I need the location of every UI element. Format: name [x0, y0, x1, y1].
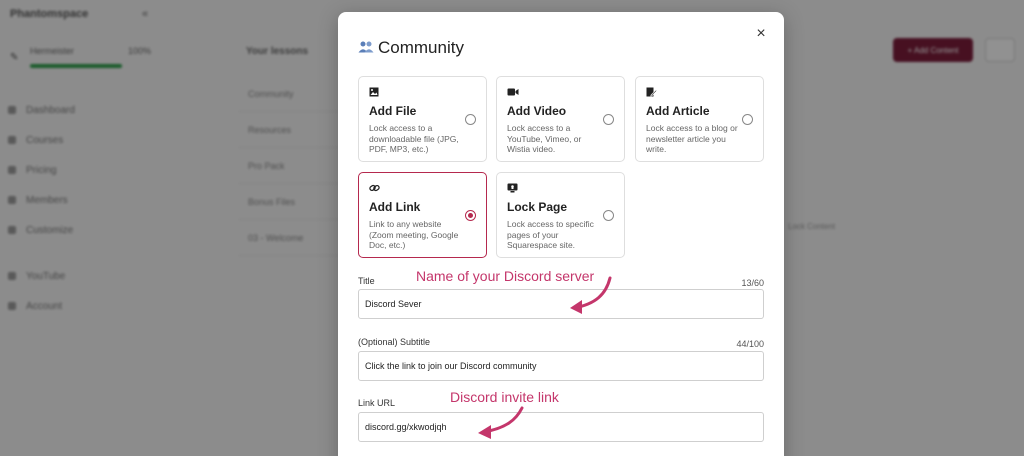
modal-title: Community	[378, 38, 464, 57]
subtitle-char-count: 44/100	[736, 339, 764, 349]
modal-header: Community	[358, 38, 464, 58]
link-url-input-value: discord.gg/xkwodjqh	[365, 422, 447, 432]
subtitle-input-value: Click the link to join our Discord commu…	[365, 361, 537, 371]
subtitle-input[interactable]: Click the link to join our Discord commu…	[358, 351, 764, 381]
card-title: Add Video	[507, 104, 567, 118]
option-radio[interactable]	[603, 114, 614, 125]
image-icon	[369, 87, 476, 99]
subtitle-label: (Optional) Subtitle	[358, 337, 431, 347]
option-add-file[interactable]: Add File Lock access to a downloadable f…	[358, 76, 487, 162]
card-title: Add Link	[369, 200, 421, 214]
link-annotation: Discord invite link	[450, 389, 559, 405]
card-title: Add File	[369, 104, 417, 118]
edit-note-icon	[646, 87, 753, 99]
close-icon[interactable]: ×	[752, 25, 770, 43]
people-icon	[358, 40, 374, 56]
video-icon	[507, 87, 614, 99]
page-lock-icon	[507, 183, 614, 195]
link-url-input[interactable]: discord.gg/xkwodjqh	[358, 412, 764, 442]
option-lock-page[interactable]: Lock Page Lock access to specific pages …	[496, 172, 625, 258]
option-add-link[interactable]: Add Link Link to any website (Zoom meeti…	[358, 172, 487, 258]
title-input-value: Discord Sever	[365, 299, 422, 309]
card-title: Add Article	[646, 104, 710, 118]
title-char-count: 13/60	[741, 278, 764, 288]
card-description: Link to any website (Zoom meeting, Googl…	[369, 219, 459, 250]
card-description: Lock access to specific pages of your Sq…	[507, 219, 594, 250]
card-title: Lock Page	[507, 200, 568, 214]
option-radio[interactable]	[465, 114, 476, 125]
option-radio[interactable]	[603, 210, 614, 221]
link-url-label: Link URL	[358, 398, 396, 408]
option-radio[interactable]	[742, 114, 753, 125]
card-description: Lock access to a YouTube, Vimeo, or Wist…	[507, 123, 582, 154]
title-label: Title	[358, 276, 375, 286]
option-add-article[interactable]: Add Article Lock access to a blog or new…	[635, 76, 764, 162]
community-modal: Community × Add File Lock access to a do…	[338, 12, 784, 456]
option-add-video[interactable]: Add Video Lock access to a YouTube, Vime…	[496, 76, 625, 162]
option-radio-selected[interactable]	[465, 210, 476, 221]
link-arrow-icon	[478, 406, 524, 439]
link-icon	[369, 183, 476, 195]
card-description: Lock access to a blog or newsletter arti…	[646, 123, 738, 154]
card-description: Lock access to a downloadable file (JPG,…	[369, 123, 459, 154]
title-arrow-icon	[570, 276, 612, 314]
